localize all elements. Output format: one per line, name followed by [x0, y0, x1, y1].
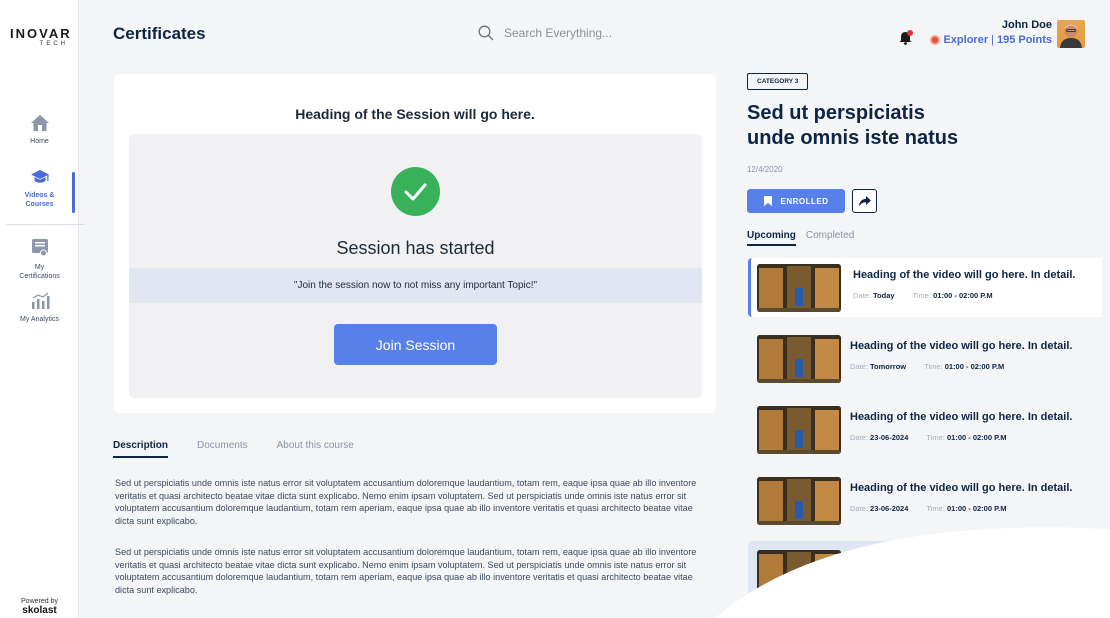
course-title: Sed ut perspiciatis unde omnis iste natu… [747, 101, 1077, 151]
sidebar-item-certifications[interactable]: My Certifications [0, 238, 79, 281]
category-badge: CATEGORY 3 [747, 73, 809, 90]
course-title-line2: unde omnis iste natus [747, 127, 959, 149]
enrolled-label: ENROLLED [780, 196, 829, 206]
video-list-item[interactable]: Heading of the video will go here. In de… [748, 258, 1102, 317]
video-title: Heading of the video will go here. In de… [850, 340, 1073, 352]
video-list-item[interactable]: Heading of the video will go here. In de… [748, 329, 1102, 388]
session-banner: "Join the session now to not miss any im… [129, 268, 702, 303]
sidebar-item-label-line1: My [34, 264, 45, 271]
search-icon [478, 25, 494, 41]
video-meta: Date: Tomorrow Time: 01:00 - 02:00 P.M [850, 362, 1004, 371]
course-tabs: Description Documents About this course [113, 440, 383, 458]
share-button[interactable] [852, 189, 877, 213]
video-meta: Date: 23-06-2024 Time: 01:00 - 02:00 P.M [850, 504, 1006, 513]
video-tabs: Upcoming Completed [747, 230, 864, 246]
tab-documents[interactable]: Documents [197, 440, 248, 451]
sidebar-item-videos-courses[interactable]: Videos & Courses [0, 168, 79, 209]
user-meta-separator: | [991, 34, 994, 46]
video-date: 23-06-2024 [870, 504, 909, 513]
sidebar-item-label-line2: Courses [25, 201, 54, 208]
video-title: Heading of the video will go here. In de… [853, 269, 1076, 281]
tab-completed[interactable]: Completed [806, 230, 854, 241]
notification-bell[interactable] [899, 30, 913, 50]
date-label: Date: [853, 291, 871, 300]
video-meta: Date: 23-06-2024 Time: 01:00 - 02:00 P.M [850, 433, 1006, 442]
video-list-item[interactable]: Heading of the video will go here. In de… [748, 400, 1102, 459]
sidebar: INOVAR TECH Home Videos & Courses My Cer… [0, 0, 85, 618]
user-name[interactable]: John Doe [1002, 19, 1052, 31]
session-heading: Heading of the Session will go here. [295, 106, 535, 122]
description-paragraph-2: Sed ut perspiciatis unde omnis iste natu… [115, 547, 697, 595]
tab-about-course[interactable]: About this course [277, 440, 354, 451]
join-session-button[interactable]: Join Session [334, 324, 497, 365]
date-label: Date: [850, 433, 868, 442]
powered-by: Powered by skolast [0, 597, 79, 616]
logo-main-text: INOVAR [10, 26, 72, 41]
level-badge-icon [930, 35, 941, 45]
session-status-text: Session has started [336, 238, 495, 258]
video-time: 01:00 - 02:00 P.M [933, 291, 993, 300]
sidebar-item-home[interactable]: Home [0, 114, 79, 146]
time-label: Time: [926, 433, 945, 442]
avatar-photo [1060, 24, 1082, 48]
page-title: Certificates [113, 24, 206, 43]
user-level: Explorer | 195 Points [930, 34, 1052, 46]
user-points: 195 Points [996, 34, 1052, 46]
video-thumbnail [757, 406, 841, 454]
sidebar-item-label-line2: Certifications [19, 273, 60, 280]
session-status-panel: Session has started "Join the session no… [129, 134, 702, 398]
session-card: Heading of the Session will go here. Ses… [114, 74, 716, 413]
video-date: Today [873, 291, 895, 300]
video-thumbnail [757, 264, 841, 312]
video-time: 01:00 - 02:00 P.M [946, 504, 1007, 513]
tab-description[interactable]: Description [113, 440, 169, 458]
enrolled-button[interactable]: ENROLLED [747, 189, 845, 213]
video-thumbnail [757, 335, 841, 383]
notification-dot [907, 30, 913, 36]
graduation-cap-icon [30, 170, 49, 183]
sidebar-divider [6, 224, 85, 225]
share-icon [858, 195, 871, 206]
active-nav-indicator [72, 172, 75, 213]
sidebar-item-analytics[interactable]: My Analytics [0, 292, 79, 324]
logo-sub-text: TECH [39, 41, 68, 47]
video-title: Heading of the video will go here. In de… [850, 482, 1073, 494]
sidebar-item-label-line1: Videos & [24, 192, 55, 199]
certificate-icon [31, 239, 48, 257]
description-paragraph-1: Sed ut perspiciatis unde omnis iste natu… [115, 478, 697, 526]
date-label: Date: [850, 362, 868, 371]
check-circle-icon [391, 167, 440, 216]
video-time: 01:00 - 02:00 P.M [944, 362, 1005, 371]
time-label: Time: [926, 504, 945, 513]
search-input[interactable] [504, 26, 684, 40]
time-label: Time: [912, 291, 932, 300]
company-logo[interactable]: INOVAR TECH [10, 26, 70, 47]
course-date: 12/4/2020 [747, 165, 783, 174]
analytics-icon [31, 292, 49, 309]
home-icon [30, 115, 49, 131]
time-label: Time: [924, 362, 943, 371]
date-label: Date: [850, 504, 868, 513]
video-time: 01:00 - 02:00 P.M [946, 433, 1007, 442]
video-title: Heading of the video will go here. In de… [850, 411, 1073, 423]
video-date: 23-06-2024 [870, 433, 909, 442]
video-meta: Date: Today Time: 01:00 - 02:00 P.M [853, 291, 993, 300]
bookmark-icon [763, 196, 772, 206]
skolast-logo: skolast [22, 605, 57, 616]
user-level-name: Explorer [943, 34, 989, 46]
search-bar[interactable] [478, 25, 684, 41]
avatar[interactable] [1057, 20, 1085, 48]
video-date: Tomorrow [870, 362, 907, 371]
course-title-line1: Sed ut perspiciatis [747, 102, 925, 124]
tab-upcoming[interactable]: Upcoming [747, 230, 796, 246]
decorative-curve [715, 527, 1110, 618]
sidebar-item-label: Home [30, 138, 49, 145]
sidebar-item-label: My Analytics [20, 316, 59, 323]
